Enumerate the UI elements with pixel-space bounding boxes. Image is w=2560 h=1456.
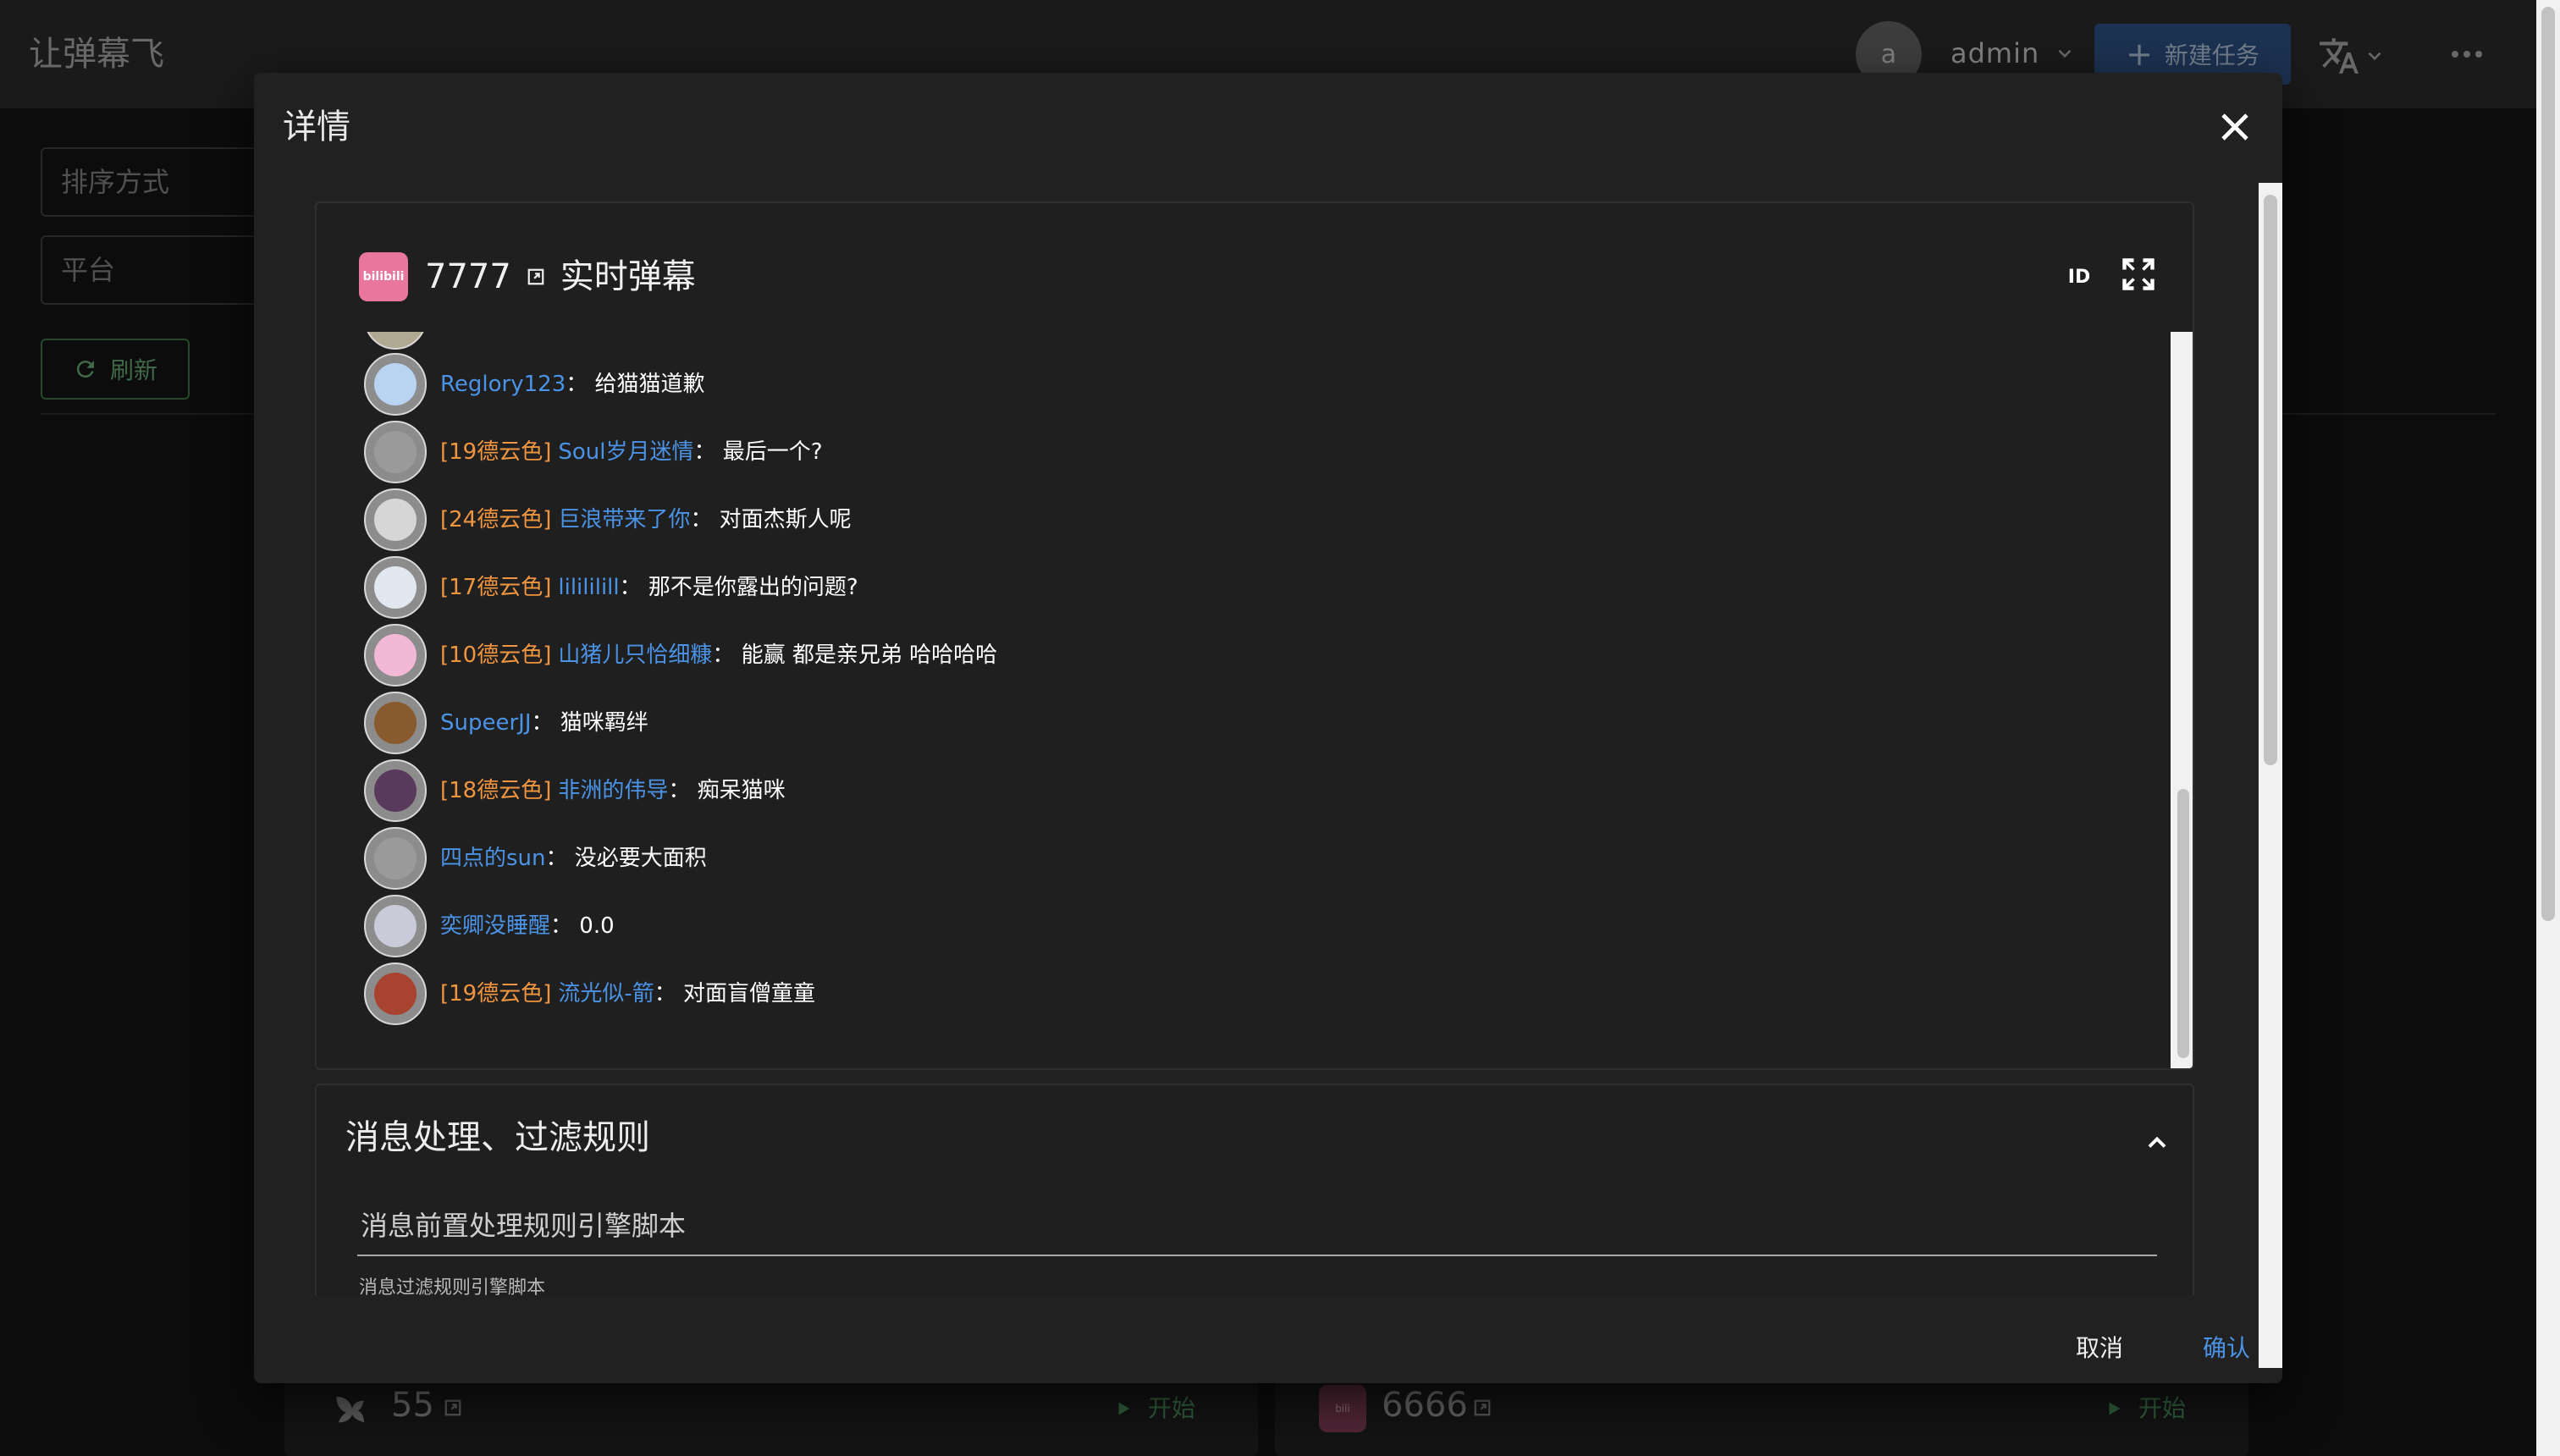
avatar[interactable] (364, 353, 427, 416)
avatar[interactable] (364, 895, 427, 957)
cancel-button[interactable]: 取消 (2057, 1326, 2142, 1368)
live-header: bilibili 7777 实时弹幕 (359, 247, 696, 306)
dialog-content: bilibili 7777 实时弹幕 ID Reglory123： 给猫猫道歉[… (315, 201, 2194, 1295)
bilibili-logo-icon: bilibili (359, 252, 408, 301)
danmaku-content: 猫咪羁绊 (560, 710, 648, 736)
list-item: Reglory123： 给猫猫道歉 (364, 352, 705, 416)
danmaku-content: 对面杰斯人呢 (719, 507, 852, 532)
detail-dialog: 详情 bilibili 7777 实时弹幕 ID Reglory123： 给猫猫… (254, 73, 2282, 1383)
danmaku-text: [18德云色] 非洲的伟导： 痴呆猫咪 (440, 774, 786, 808)
danmaku-content: 那不是你露出的问题? (648, 575, 858, 600)
danmaku-username[interactable]: Reglory123 (440, 372, 566, 397)
fullscreen-icon[interactable] (2120, 256, 2157, 293)
dialog-actions: 取消 确认 (254, 1307, 2282, 1383)
separator: ： (654, 981, 684, 1007)
danmaku-text: [24德云色] 巨浪带来了你： 对面杰斯人呢 (440, 503, 852, 537)
chevron-up-icon[interactable] (2142, 1128, 2172, 1158)
danmaku-content: 对面盲僧童童 (683, 981, 816, 1007)
list-item: [10德云色] 山猪儿只恰细糠： 能赢 都是亲兄弟 哈哈哈哈 (364, 623, 997, 687)
avatar (364, 332, 427, 350)
list-item (364, 332, 427, 350)
danmaku-content: 能赢 都是亲兄弟 哈哈哈哈 (741, 643, 998, 668)
separator: ： (712, 643, 742, 668)
danmaku-text: Reglory123： 给猫猫道歉 (440, 367, 705, 401)
separator: ： (566, 372, 595, 397)
danmaku-username[interactable]: 山猪儿只恰细糠 (558, 643, 712, 668)
danmaku-username[interactable]: 奕卿没睡醒 (440, 913, 550, 939)
id-toggle-icon[interactable]: ID (2062, 259, 2096, 293)
avatar[interactable] (364, 962, 427, 1025)
danmaku-content: 0.0 (579, 913, 615, 939)
danmaku-username[interactable]: 流光似-箭 (558, 981, 654, 1007)
danmaku-username[interactable]: 四点的sun (440, 846, 546, 871)
separator: ： (619, 575, 648, 600)
room-id[interactable]: 7777 (425, 251, 511, 302)
close-icon[interactable] (2215, 107, 2255, 147)
dialog-title: 详情 (283, 108, 350, 146)
danmaku-content: 给猫猫道歉 (594, 372, 705, 397)
page-scrollbar[interactable] (2536, 0, 2560, 1456)
danmaku-username[interactable]: 非洲的伟导 (558, 778, 668, 803)
confirm-button[interactable]: 确认 (2184, 1326, 2269, 1368)
danmaku-text: [10德云色] 山猪儿只恰细糠： 能赢 都是亲兄弟 哈哈哈哈 (440, 638, 997, 672)
dialog-scrollbar[interactable] (2259, 183, 2282, 1368)
list-item: 奕卿没睡醒： 0.0 (364, 894, 615, 958)
danmaku-username[interactable]: 巨浪带来了你 (558, 507, 690, 532)
separator: ： (690, 507, 720, 532)
danmaku-username[interactable]: lilililill (558, 575, 619, 600)
avatar[interactable] (364, 624, 427, 687)
danmaku-content: 最后一个? (722, 439, 823, 465)
pre-rule-script-field[interactable]: 消息前置处理规则引擎脚本 (357, 1195, 2157, 1256)
danmaku-scrollbar[interactable] (2171, 332, 2193, 1068)
avatar[interactable] (364, 759, 427, 822)
danmaku-username[interactable]: SupeerJJ (440, 710, 532, 736)
separator: ： (531, 710, 560, 736)
list-item: 四点的sun： 没必要大面积 (364, 826, 707, 891)
danmaku-text: [19德云色] 流光似-箭： 对面盲僧童童 (440, 977, 815, 1011)
avatar[interactable] (364, 692, 427, 754)
danmaku-content: 没必要大面积 (574, 846, 707, 871)
rules-section: 消息处理、过滤规则 消息前置处理规则引擎脚本 消息过滤规则引擎脚本 (315, 1084, 2194, 1295)
svg-text:ID: ID (2068, 267, 2090, 288)
danmaku-text: 奕卿没睡醒： 0.0 (440, 909, 615, 943)
list-item: [19德云色] 流光似-箭： 对面盲僧童童 (364, 962, 815, 1026)
list-item: SupeerJJ： 猫咪羁绊 (364, 691, 648, 755)
fan-medal: [19德云色] (440, 981, 552, 1007)
filter-rule-script-label: 消息过滤规则引擎脚本 (359, 1277, 546, 1295)
fan-medal: [10德云色] (440, 643, 552, 668)
live-danmaku-label: 实时弹幕 (560, 257, 696, 296)
separator: ： (550, 913, 580, 939)
rules-title: 消息处理、过滤规则 (345, 1118, 650, 1157)
list-item: [19德云色] Soul岁月迷情： 最后一个? (364, 420, 823, 484)
fan-medal: [17德云色] (440, 575, 552, 600)
danmaku-text: SupeerJJ： 猫咪羁绊 (440, 706, 648, 740)
fan-medal: [19德云色] (440, 439, 552, 465)
avatar[interactable] (364, 488, 427, 551)
list-item: [17德云色] lilililill： 那不是你露出的问题? (364, 555, 858, 620)
fan-medal: [24德云色] (440, 507, 552, 532)
danmaku-text: 四点的sun： 没必要大面积 (440, 841, 707, 875)
danmaku-text: [17德云色] lilililill： 那不是你露出的问题? (440, 571, 858, 604)
danmaku-list[interactable]: Reglory123： 给猫猫道歉 [19德云色] Soul岁月迷情： 最后一个?[… (317, 332, 2171, 1068)
danmaku-text: [19德云色] Soul岁月迷情： 最后一个? (440, 435, 823, 469)
avatar[interactable] (364, 827, 427, 890)
avatar[interactable] (364, 556, 427, 619)
live-danmaku-card: bilibili 7777 实时弹幕 ID Reglory123： 给猫猫道歉[… (315, 201, 2194, 1070)
external-link-icon[interactable] (527, 267, 545, 286)
danmaku-content: 痴呆猫咪 (697, 778, 786, 803)
fan-medal: [18德云色] (440, 778, 552, 803)
list-item: [24德云色] 巨浪带来了你： 对面杰斯人呢 (364, 488, 852, 552)
separator: ： (668, 778, 698, 803)
list-item: [18德云色] 非洲的伟导： 痴呆猫咪 (364, 758, 786, 823)
avatar[interactable] (364, 421, 427, 483)
separator: ： (545, 846, 575, 871)
danmaku-username[interactable]: Soul岁月迷情 (558, 439, 693, 465)
separator: ： (693, 439, 723, 465)
